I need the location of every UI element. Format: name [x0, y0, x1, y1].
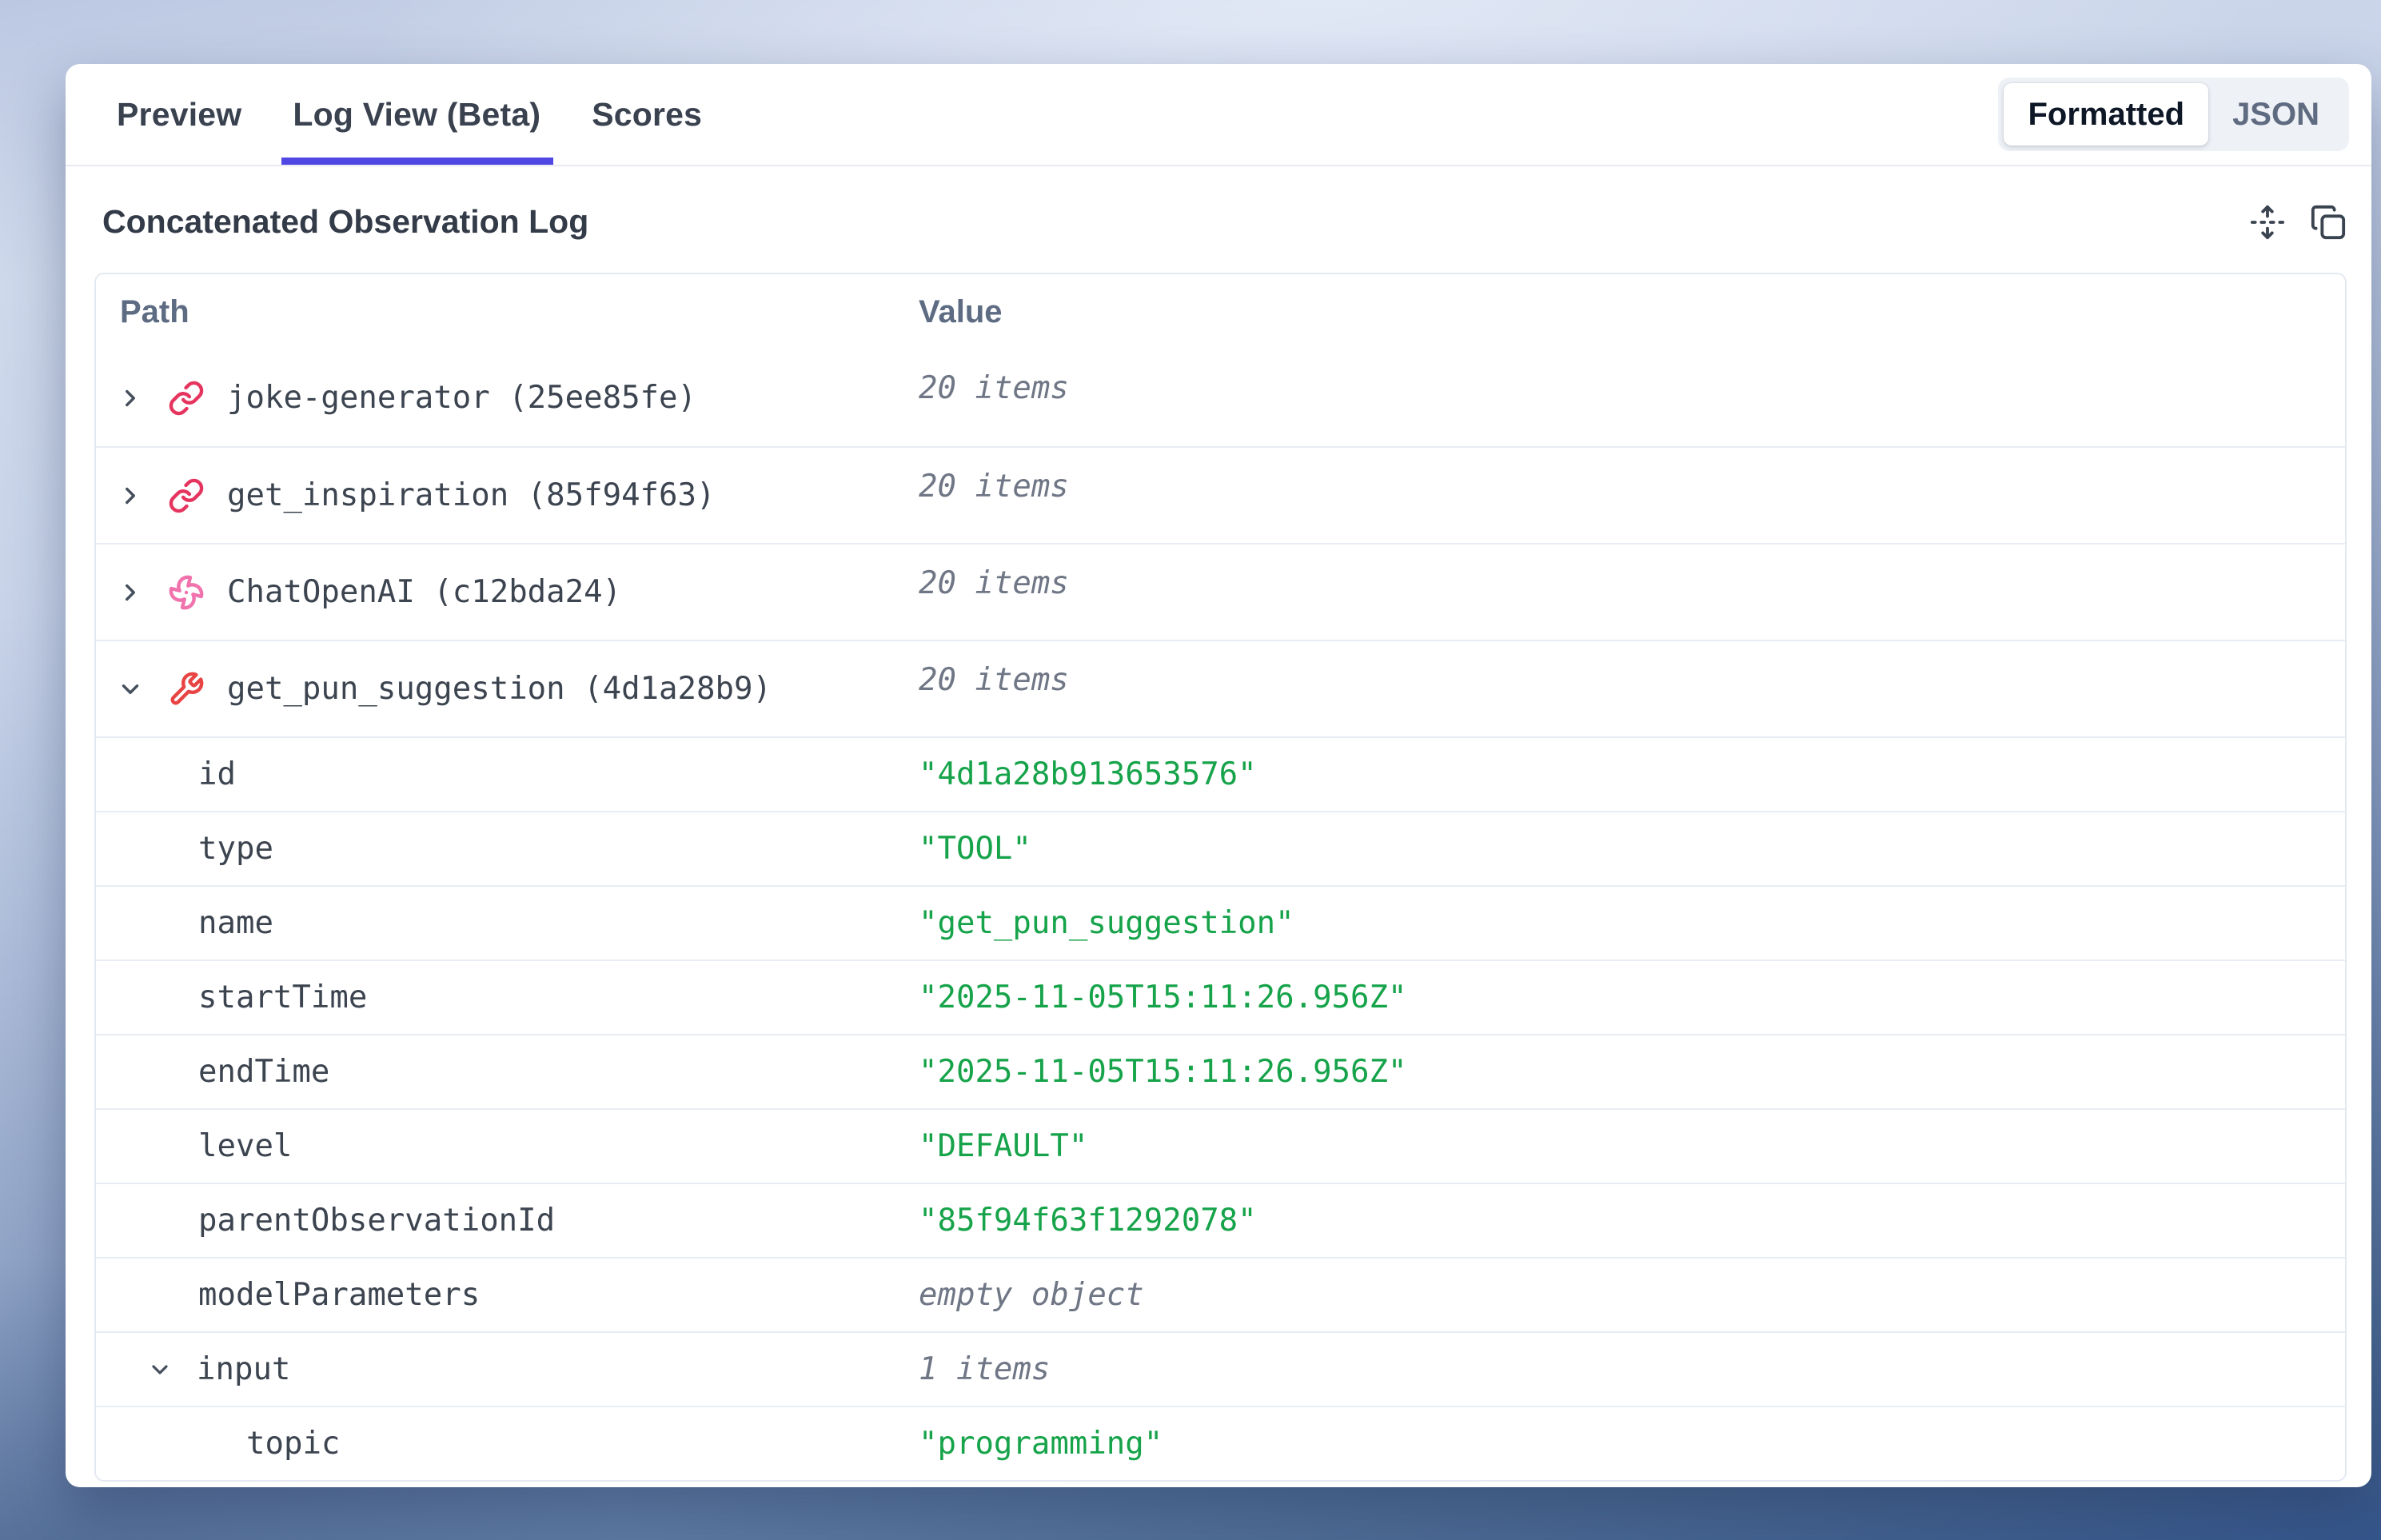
- field-meta-value: 1 items: [919, 1333, 2345, 1406]
- fan-icon: [168, 574, 205, 611]
- field-key: parentObservationId: [198, 1203, 555, 1239]
- field-key: topic: [246, 1426, 340, 1462]
- field-key: type: [198, 831, 273, 867]
- toggle-formatted[interactable]: Formatted: [2004, 83, 2208, 146]
- table-row: level "DEFAULT": [96, 1108, 2345, 1183]
- field-value: "programming": [919, 1407, 2345, 1480]
- field-meta-value: empty object: [919, 1259, 2345, 1331]
- path-cell: startTime: [96, 961, 919, 1034]
- field-value: "get_pun_suggestion": [919, 887, 2345, 960]
- tab-bar: Preview Log View (Beta) Scores Formatted…: [66, 64, 2371, 166]
- field-value: "85f94f63f1292078": [919, 1184, 2345, 1257]
- field-meta-value: 20 items: [919, 641, 2345, 736]
- path-cell: level: [96, 1110, 919, 1183]
- table-row: id "4d1a28b913653576": [96, 736, 2345, 811]
- table-row[interactable]: joke-generator (25ee85fe) 20 items: [96, 349, 2345, 446]
- path-cell: input: [96, 1333, 919, 1406]
- chevron-right-icon[interactable]: [117, 579, 144, 606]
- path-cell: ChatOpenAI (c12bda24): [96, 545, 919, 640]
- observation-label: joke-generator (25ee85fe): [227, 380, 696, 416]
- table-header-row: Path Value: [96, 274, 2345, 349]
- chevron-right-icon[interactable]: [117, 482, 144, 509]
- chevron-down-icon[interactable]: [117, 676, 144, 703]
- path-cell: id: [96, 738, 919, 811]
- log-viewer-card: Preview Log View (Beta) Scores Formatted…: [66, 64, 2371, 1487]
- link-icon: [168, 380, 205, 417]
- table-row: name "get_pun_suggestion": [96, 885, 2345, 960]
- path-cell: get_inspiration (85f94f63): [96, 448, 919, 543]
- table-body: joke-generator (25ee85fe)20 itemsget_ins…: [96, 349, 2345, 1480]
- field-key: modelParameters: [198, 1277, 480, 1313]
- path-cell: topic: [96, 1407, 919, 1480]
- field-key: level: [198, 1128, 292, 1164]
- field-key: startTime: [198, 979, 367, 1015]
- chevron-right-icon[interactable]: [117, 385, 144, 412]
- tabs: Preview Log View (Beta) Scores: [117, 64, 702, 165]
- path-cell: modelParameters: [96, 1259, 919, 1331]
- table-row[interactable]: get_inspiration (85f94f63) 20 items: [96, 446, 2345, 543]
- wrench-icon: [168, 671, 205, 708]
- table-row[interactable]: ChatOpenAI (c12bda24) 20 items: [96, 543, 2345, 640]
- section-title: Concatenated Observation Log: [94, 203, 588, 241]
- path-cell: type: [96, 812, 919, 885]
- field-key: name: [198, 905, 273, 941]
- tab-scores[interactable]: Scores: [592, 64, 702, 165]
- field-meta-value: 20 items: [919, 349, 2345, 446]
- path-cell: joke-generator (25ee85fe): [96, 349, 919, 446]
- path-cell: endTime: [96, 1035, 919, 1108]
- table-row: type "TOOL": [96, 811, 2345, 885]
- path-cell: parentObservationId: [96, 1184, 919, 1257]
- tab-preview[interactable]: Preview: [117, 64, 241, 165]
- path-cell: get_pun_suggestion (4d1a28b9): [96, 641, 919, 736]
- observation-label: ChatOpenAI (c12bda24): [227, 574, 621, 610]
- link-icon: [168, 477, 205, 514]
- observation-label: get_inspiration (85f94f63): [227, 477, 715, 513]
- table-row[interactable]: get_pun_suggestion (4d1a28b9) 20 items: [96, 640, 2345, 736]
- toggle-json[interactable]: JSON: [2208, 83, 2343, 146]
- column-header-path: Path: [96, 274, 919, 349]
- field-value: "2025-11-05T15:11:26.956Z": [919, 961, 2345, 1034]
- table-row: parentObservationId "85f94f63f1292078": [96, 1183, 2345, 1257]
- field-key: input: [197, 1351, 290, 1387]
- path-cell: name: [96, 887, 919, 960]
- field-value: "DEFAULT": [919, 1110, 2345, 1183]
- table-row: modelParameters empty object: [96, 1257, 2345, 1331]
- field-meta-value: 20 items: [919, 448, 2345, 543]
- field-value: "TOOL": [919, 812, 2345, 885]
- table-row[interactable]: input 1 items: [96, 1331, 2345, 1406]
- tab-log-view[interactable]: Log View (Beta): [293, 64, 540, 165]
- field-value: "2025-11-05T15:11:26.956Z": [919, 1035, 2345, 1108]
- format-toggle: Formatted JSON: [1998, 78, 2349, 151]
- head-actions: [2249, 204, 2347, 241]
- table-row: endTime "2025-11-05T15:11:26.956Z": [96, 1034, 2345, 1108]
- chevron-down-icon[interactable]: [147, 1357, 173, 1382]
- field-meta-value: 20 items: [919, 545, 2345, 640]
- log-table: Path Value joke-generator (25ee85fe) 20 i…: [94, 273, 2347, 1482]
- section-head: Concatenated Observation Log: [94, 203, 2347, 241]
- log-table-wrap: Path Value joke-generator (25ee85fe) 20 i…: [94, 273, 2347, 1487]
- table-row: startTime "2025-11-05T15:11:26.956Z": [96, 960, 2345, 1034]
- copy-icon[interactable]: [2310, 204, 2347, 241]
- field-key: id: [198, 756, 236, 792]
- table-row: topic "programming": [96, 1406, 2345, 1480]
- column-header-value: Value: [919, 274, 2345, 349]
- field-value: "4d1a28b913653576": [919, 738, 2345, 811]
- field-key: endTime: [198, 1054, 329, 1090]
- observation-label: get_pun_suggestion (4d1a28b9): [227, 671, 772, 707]
- unfold-vertical-icon[interactable]: [2249, 204, 2286, 241]
